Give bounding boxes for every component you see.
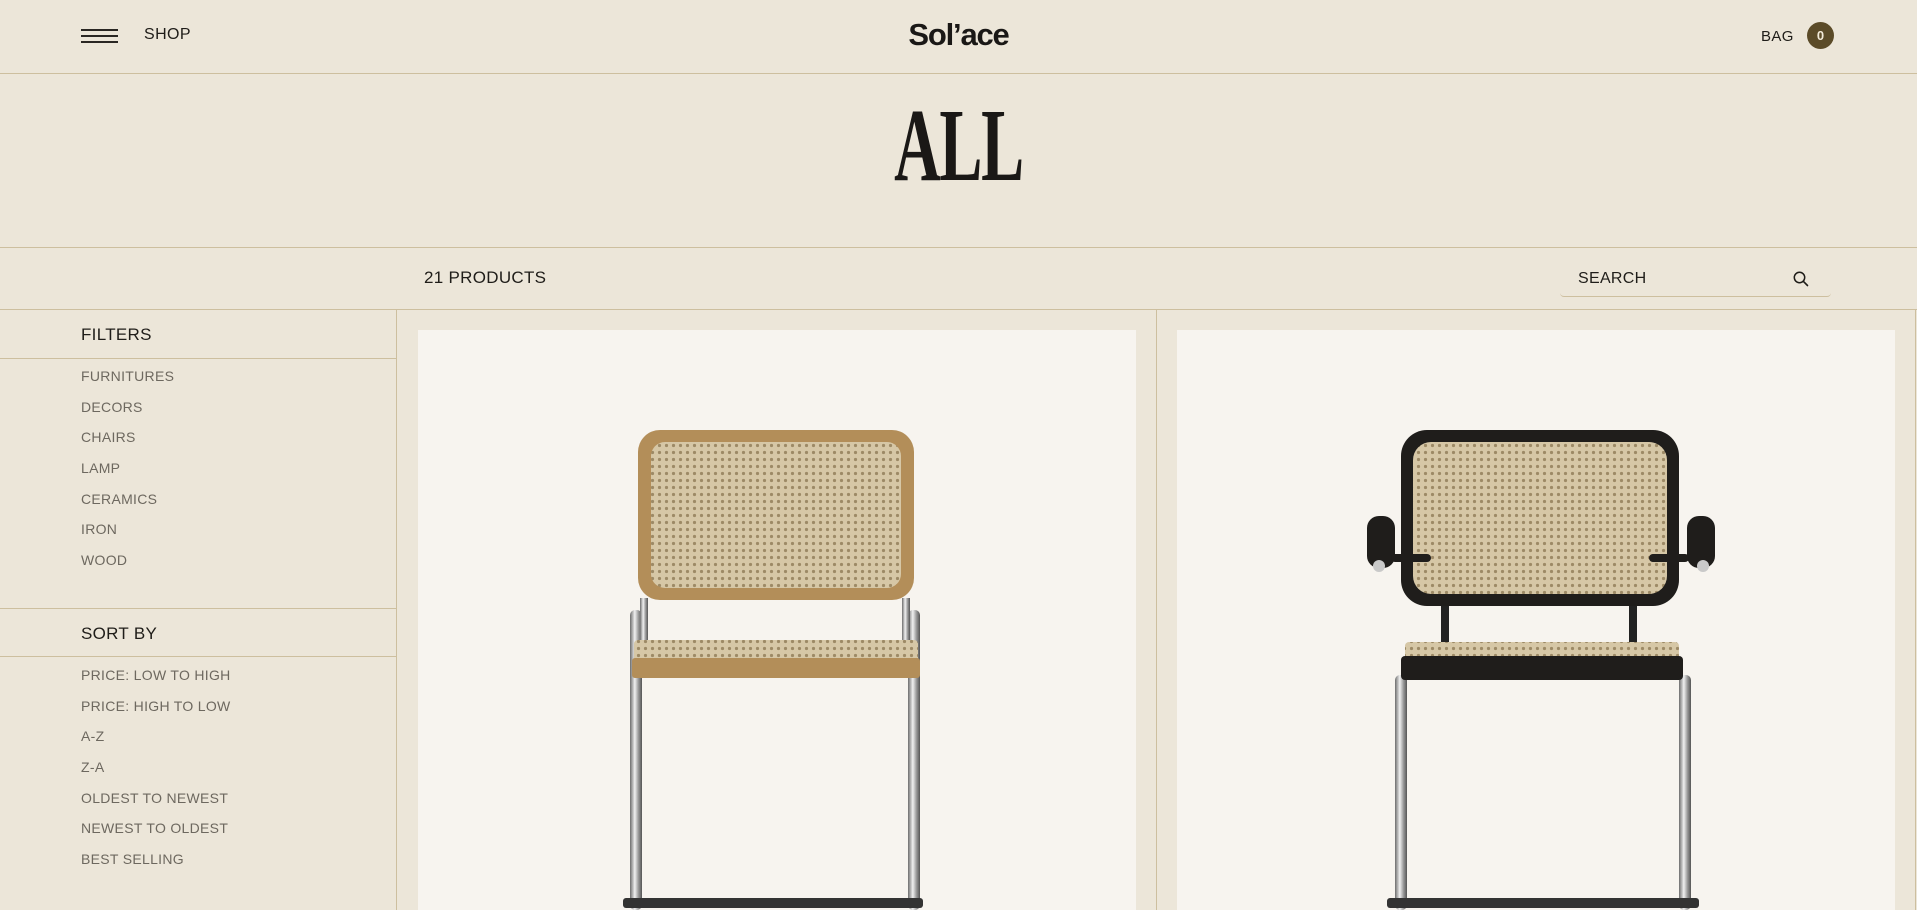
bag-link[interactable]: BAG: [1761, 28, 1794, 45]
bag-count-badge[interactable]: 0: [1807, 22, 1834, 49]
sort-oldest-newest[interactable]: OLDEST TO NEWEST: [81, 790, 231, 821]
filter-item-ceramics[interactable]: CERAMICS: [81, 491, 174, 522]
site-header: SHOP Sol’ace BAG 0: [0, 0, 1917, 74]
sort-price-high-low[interactable]: PRICE: HIGH TO LOW: [81, 698, 231, 729]
product-card[interactable]: [1177, 330, 1895, 910]
product-image[interactable]: [418, 330, 1136, 910]
sort-best-selling[interactable]: BEST SELLING: [81, 851, 231, 882]
search-input[interactable]: [1578, 268, 1778, 290]
filters-list: FURNITURES DECORS CHAIRS LAMP CERAMICS I…: [81, 368, 174, 583]
collection-toolbar: 21 PRODUCTS: [0, 248, 1917, 310]
filter-item-iron[interactable]: IRON: [81, 521, 174, 552]
sort-newest-oldest[interactable]: NEWEST TO OLDEST: [81, 820, 231, 851]
filter-item-decors[interactable]: DECORS: [81, 399, 174, 430]
product-card[interactable]: [418, 330, 1136, 910]
search-icon[interactable]: [1792, 270, 1810, 288]
sort-title: SORT BY: [81, 624, 158, 643]
sort-heading: SORT BY: [0, 608, 396, 657]
sort-z-a[interactable]: Z-A: [81, 759, 231, 790]
filter-item-wood[interactable]: WOOD: [81, 552, 174, 583]
filter-item-furnitures[interactable]: FURNITURES: [81, 368, 174, 399]
filters-title: FILTERS: [81, 325, 152, 344]
product-count: 21 PRODUCTS: [424, 268, 547, 287]
sort-price-low-high[interactable]: PRICE: LOW TO HIGH: [81, 667, 231, 698]
sort-list: PRICE: LOW TO HIGH PRICE: HIGH TO LOW A-…: [81, 667, 231, 882]
filters-heading: FILTERS: [0, 310, 396, 359]
search-box: [1560, 260, 1831, 297]
grid-divider: [1156, 310, 1157, 910]
collection-hero: ALL: [0, 74, 1917, 248]
page-title: ALL: [894, 88, 1024, 203]
product-image[interactable]: [1177, 330, 1895, 910]
sort-a-z[interactable]: A-Z: [81, 728, 231, 759]
grid-edge: [1915, 310, 1916, 910]
filter-item-lamp[interactable]: LAMP: [81, 460, 174, 491]
filter-item-chairs[interactable]: CHAIRS: [81, 429, 174, 460]
sidebar: FILTERS FURNITURES DECORS CHAIRS LAMP CE…: [0, 310, 397, 910]
site-logo[interactable]: Sol’ace: [0, 17, 1917, 53]
